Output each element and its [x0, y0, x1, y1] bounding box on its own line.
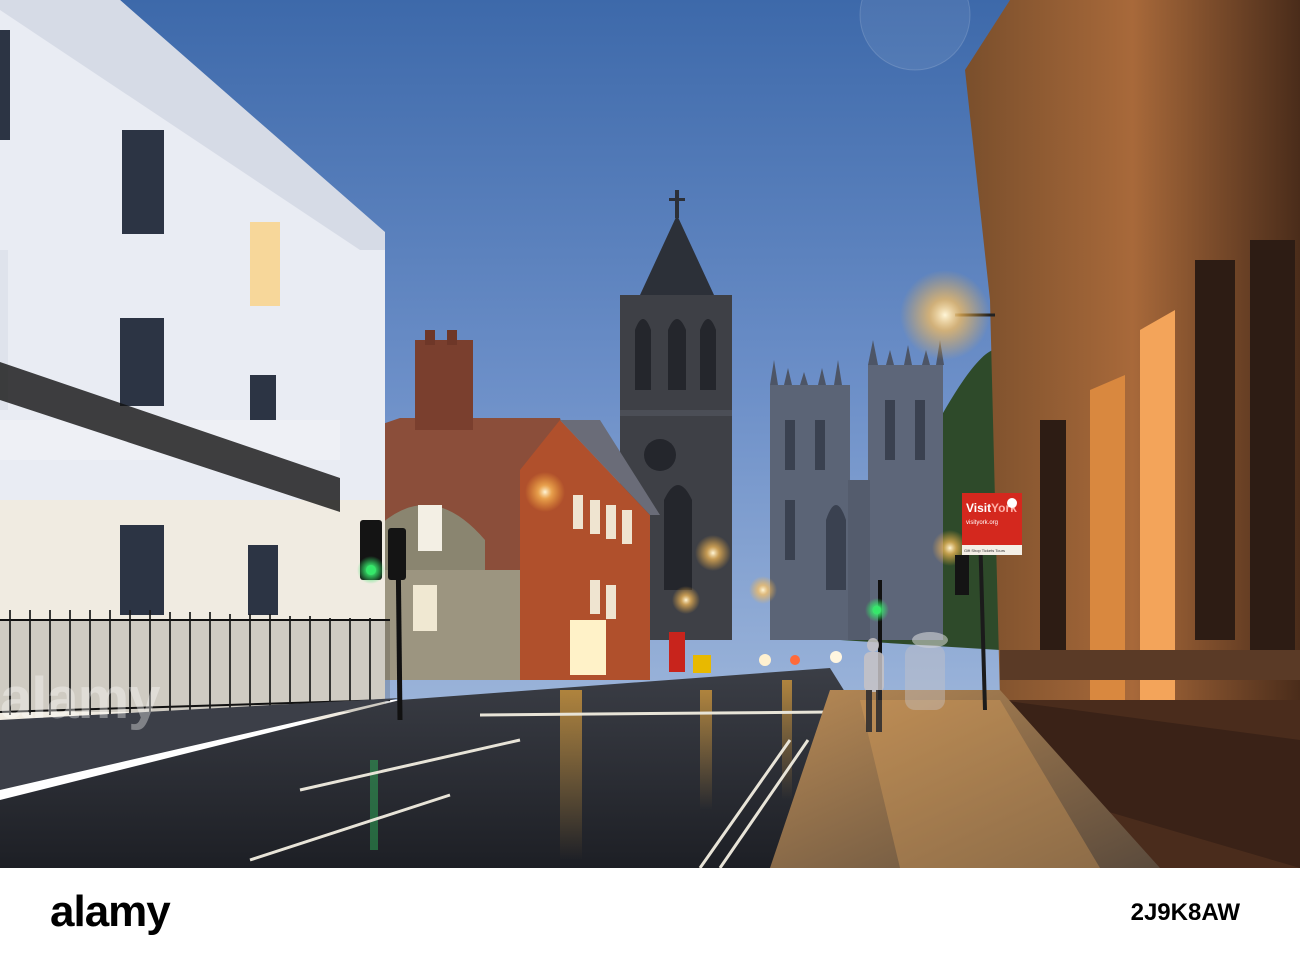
alamy-logo[interactable]: alamy	[50, 886, 171, 938]
street-lamp-glow	[900, 270, 990, 360]
alamy-watermark: alamy	[0, 666, 160, 731]
sign-visit: Visit	[966, 501, 991, 515]
image-id: 2J9K8AW	[1130, 899, 1240, 926]
sign-services: Gift Shop Tickets Tours	[964, 548, 1005, 553]
phone-box	[669, 632, 685, 672]
footer-bar	[0, 868, 1300, 956]
sign-url: visityork.org	[966, 520, 998, 526]
street-photo: Visit York visityork.org Gift Shop Ticke…	[0, 0, 1300, 868]
